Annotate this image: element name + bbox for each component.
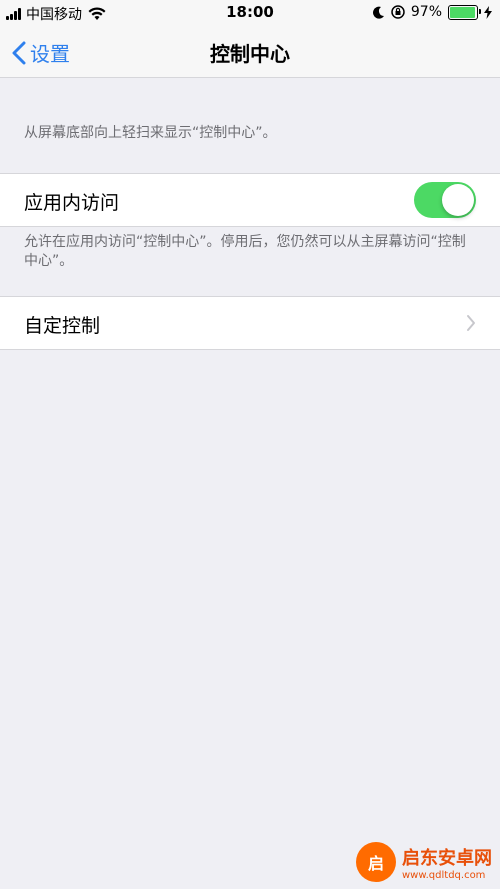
in-app-access-label: 应用内访问 [24,192,120,214]
orientation-lock-icon [391,5,405,19]
status-right: 97% [367,4,492,20]
battery-fill [450,6,476,18]
customize-controls-cell[interactable]: 自定控制 [0,296,500,350]
in-app-access-footer: 允许在应用内访问“控制中心”。停用后，您仍然可以从主屏幕访问“控制中心”。 [24,234,466,269]
battery-icon [448,4,481,20]
in-app-access-cell: 应用内访问 [0,173,500,227]
screen: 中国移动 18:00 97% 设置 控制中心 从屏幕底部向上轻扫来显示“控制中心… [0,0,500,889]
watermark-title: 启东安卓网 [402,847,492,869]
charging-icon [484,5,492,19]
watermark-text: 启东安卓网 www.qdltdq.com [402,844,492,881]
watermark-logo-icon: 启 [356,842,396,882]
navigation-bar: 设置 控制中心 [0,26,500,78]
status-bar: 中国移动 18:00 97% [0,0,500,26]
in-app-access-toggle[interactable] [414,182,476,218]
customize-controls-label: 自定控制 [24,315,101,337]
intro-hint: 从屏幕底部向上轻扫来显示“控制中心”。 [24,125,277,141]
chevron-right-icon [467,315,475,331]
moon-icon [372,6,384,19]
battery-percent: 97% [410,4,442,20]
toggle-knob [442,184,474,216]
watermark-url: www.qdltdq.com [402,869,486,881]
watermark: 启 启东安卓网 www.qdltdq.com [350,835,500,889]
page-title: 控制中心 [210,42,290,66]
